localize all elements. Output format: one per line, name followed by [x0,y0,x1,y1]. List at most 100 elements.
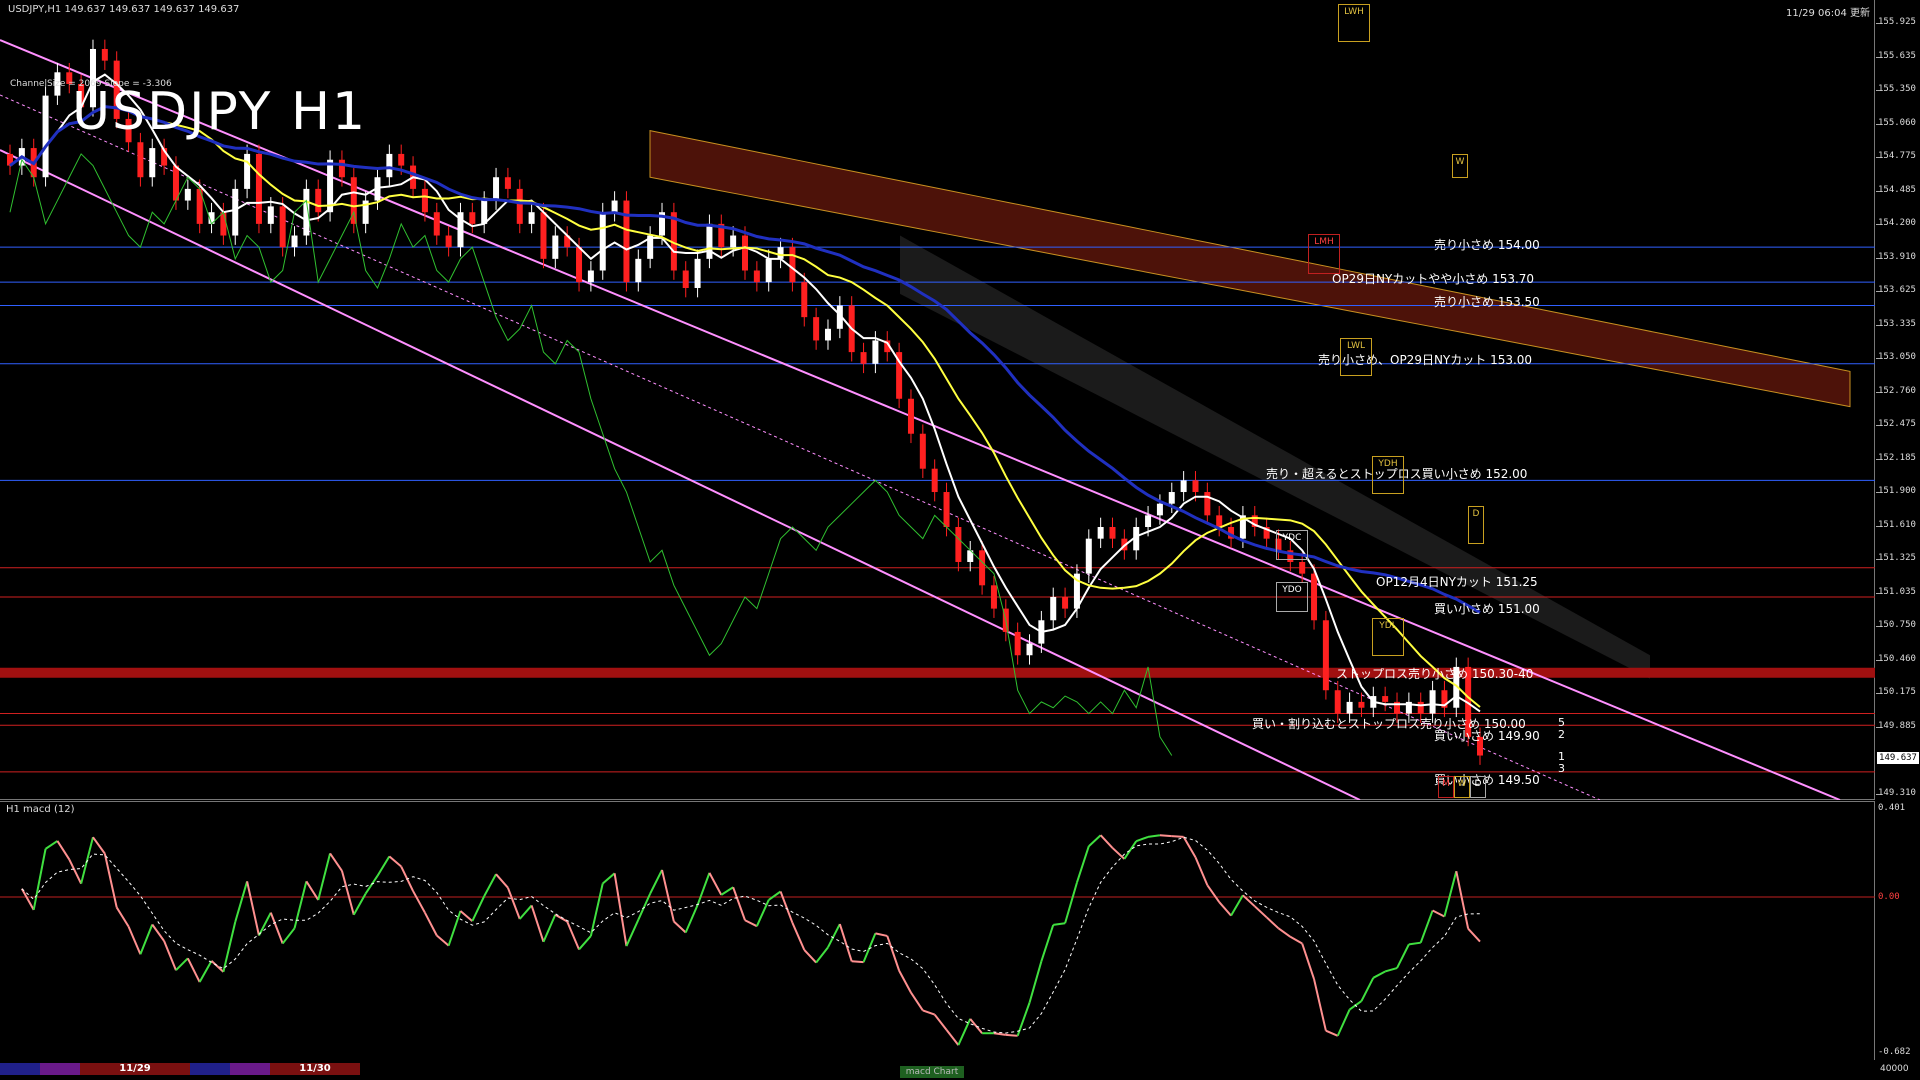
price-scale[interactable]: 155.925 155.635 155.350 155.060 154.775 154.4… [1876,0,1920,800]
macd-segment [1336,1009,1351,1037]
bottom-right-value: 40000 [1880,1064,1909,1074]
price-scale-label: 153.050 [1878,351,1916,362]
level-label-151-00: 買い小さめ 151.00 [1434,602,1540,616]
macd-segment [732,886,746,921]
candle-body [398,153,405,166]
price-scale-tick [1876,726,1880,728]
price-scale-tick [1876,391,1880,393]
candle-body [433,212,440,236]
macd-segment [957,1018,972,1046]
macd-segment [1099,834,1114,849]
symbol-info: USDJPY,H1 149.637 149.637 149.637 149.63… [8,4,240,15]
candle-body [232,188,239,236]
marker-ydo: YDO [1276,582,1308,612]
price-scale-tick [1876,492,1880,494]
macd-segment [1075,845,1090,883]
macd-segment [1325,1029,1339,1037]
macd-segment [1111,847,1126,860]
macd-segment [1040,924,1055,962]
price-scale-tick [1876,559,1880,561]
macd-segment [1206,884,1221,903]
macd-segment [791,922,806,951]
price-scale-tick [1876,693,1880,695]
candle-body [315,188,322,213]
macd-segment [222,921,237,973]
candle-body [611,200,618,213]
candle-body [682,270,689,288]
macd-segment [1443,870,1458,917]
macd-segment [708,872,723,896]
macd-segment [424,912,438,936]
candle-body [765,258,772,283]
candle-body [540,212,547,259]
candle-body [42,95,49,178]
date-label-11-29: 11/29 [80,1063,190,1075]
price-scale-label: 152.475 [1878,418,1916,429]
macd-segment [234,881,249,923]
macd-segment [933,1014,948,1031]
candle-body [445,235,452,248]
macd-segment [269,912,284,944]
macd-segment [447,910,462,946]
pivot-number-3: 3 [1558,762,1565,775]
price-scale-label: 154.200 [1878,217,1916,228]
price-scale-label: 153.335 [1878,318,1916,329]
macd-segment [1265,916,1280,930]
macd-segment [186,957,201,983]
price-scale-tick [1876,22,1880,24]
macd-segment [1230,894,1244,917]
marker-ydc: YDC [1276,530,1308,560]
macd-segment [1289,935,1303,945]
candle-body [172,165,179,201]
candle-body [481,200,488,224]
candle-body [824,328,831,341]
marker-lwl: LWL [1340,338,1372,376]
price-scale-label: 155.635 [1878,50,1916,61]
candle-body [694,258,701,288]
marker-w2: W [1454,776,1470,798]
candle-body [1216,515,1223,528]
price-scale-tick [1876,89,1880,91]
macd-segment [1028,961,1043,1004]
candle-body [955,527,962,562]
candle-body [1429,690,1436,714]
candle-body [1417,701,1424,714]
macd-segment [45,840,58,850]
macd-segment [1218,901,1232,917]
price-scale-tick [1876,794,1880,795]
macd-segment [1159,834,1172,838]
macd-segment [993,1032,1006,1036]
price-scale-tick [1876,56,1880,58]
candle-body [706,223,713,259]
candle-body [1014,631,1021,656]
marker-w: W [1452,154,1468,178]
price-scale-label: 153.625 [1878,284,1916,295]
macd-segment [1301,943,1315,980]
macd-segment [1171,835,1184,838]
macd-scale[interactable]: 0.401 0.00 -0.682 [1876,801,1920,1060]
macd-panel[interactable] [0,801,1875,1060]
price-scale-label: 154.485 [1878,184,1916,195]
candle-body [801,282,808,318]
marker-lmh: LMH [1308,234,1340,274]
candle-body [1085,538,1092,574]
candle-body [990,585,997,609]
candle-body [907,398,914,434]
candle-body [742,235,748,271]
price-scale-label: 149.310 [1878,788,1916,798]
time-seg [230,1063,270,1075]
macd-chart-tab[interactable]: macd Chart [900,1066,964,1078]
macd-segment [1064,882,1078,924]
macd-segment [56,840,71,860]
macd-segment [80,836,94,884]
level-label-153-50: 売り小さめ 153.50 [1434,295,1540,309]
macd-chart[interactable] [0,802,1875,1061]
candle-body [635,258,642,283]
macd-segment [281,927,296,945]
price-scale-tick [1876,190,1880,192]
macd-segment [827,923,841,948]
macd-segment [506,887,521,920]
macd-segment [1408,941,1421,946]
macd-segment [1396,943,1410,969]
candle-body [1145,515,1152,528]
